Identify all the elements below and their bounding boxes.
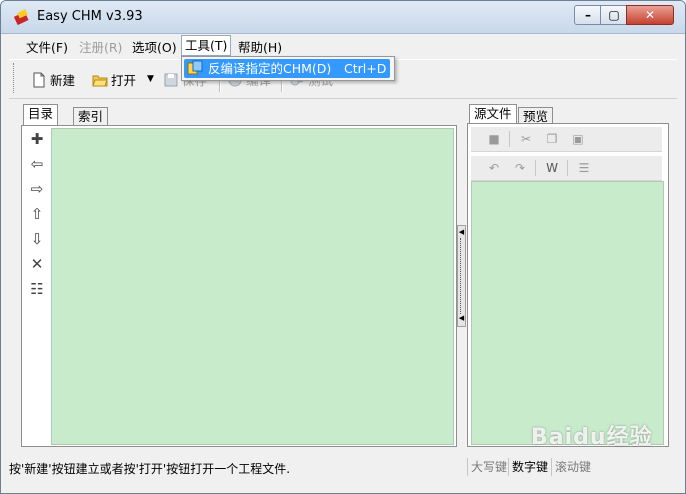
new-button-label: 新建 bbox=[50, 73, 76, 88]
tab-contents[interactable]: 目录 bbox=[23, 104, 59, 126]
stop-icon[interactable]: ■ bbox=[485, 130, 503, 148]
source-editor[interactable] bbox=[471, 181, 664, 445]
open-button[interactable]: 打开 bbox=[92, 70, 136, 90]
app-icon bbox=[13, 9, 29, 25]
collapse-left-icon[interactable]: ◀ bbox=[458, 228, 465, 236]
delete-icon[interactable]: ✕ bbox=[27, 254, 47, 274]
toolbar-separator bbox=[567, 160, 568, 176]
open-folder-icon bbox=[92, 75, 108, 87]
open-button-label: 打开 bbox=[111, 73, 137, 88]
paste-icon[interactable]: ▣ bbox=[569, 130, 587, 148]
new-file-icon bbox=[33, 72, 45, 88]
contents-tree[interactable] bbox=[51, 128, 454, 445]
menu-help[interactable]: 帮助(H) bbox=[238, 37, 282, 56]
menu-bar: 文件(F) 注册(R) 选项(O) 工具(T) 帮助(H) bbox=[9, 34, 677, 56]
cut-icon[interactable]: ✂ bbox=[517, 130, 535, 148]
decompile-icon bbox=[187, 60, 203, 75]
menu-file[interactable]: 文件(F) bbox=[26, 37, 68, 56]
decompile-chm-menu-item[interactable]: 反编译指定的CHM(D) Ctrl+D bbox=[184, 59, 390, 78]
move-left-icon[interactable]: ⇦ bbox=[27, 154, 47, 174]
maximize-button[interactable]: ▢ bbox=[600, 5, 628, 25]
open-dropdown-arrow[interactable]: ▼ bbox=[147, 74, 154, 94]
minimize-icon: – bbox=[585, 8, 591, 22]
undo-icon[interactable]: ↶ bbox=[485, 159, 503, 177]
tab-index[interactable]: 索引 bbox=[73, 107, 109, 126]
window-title: Easy CHM v3.93 bbox=[37, 9, 143, 24]
decompile-chm-shortcut: Ctrl+D bbox=[344, 61, 387, 76]
menu-register[interactable]: 注册(R) bbox=[79, 37, 122, 56]
minimize-button[interactable]: – bbox=[574, 5, 602, 25]
contents-toolbar: ✚ ⇦ ⇨ ⇧ ⇩ ✕ ☷ bbox=[23, 127, 51, 445]
source-toolbar-row-2: ↶ ↷ W ☰ bbox=[471, 156, 662, 181]
add-icon[interactable]: ✚ bbox=[27, 129, 47, 149]
maximize-icon: ▢ bbox=[608, 8, 620, 22]
move-right-icon[interactable]: ⇨ bbox=[27, 179, 47, 199]
move-down-icon[interactable]: ⇩ bbox=[27, 229, 47, 249]
move-up-icon[interactable]: ⇧ bbox=[27, 204, 47, 224]
word-wrap-icon[interactable]: W bbox=[543, 159, 561, 177]
toolbar-separator bbox=[509, 131, 510, 147]
source-toolbar-row-1: ■ ✂ ❐ ▣ bbox=[471, 127, 662, 152]
save-disk-icon bbox=[164, 73, 178, 87]
splitter-grip bbox=[460, 238, 462, 314]
copy-icon[interactable]: ❐ bbox=[543, 130, 561, 148]
title-bar[interactable]: Easy CHM v3.93 – ▢ ✕ bbox=[1, 1, 685, 34]
close-icon: ✕ bbox=[644, 8, 656, 22]
num-lock-indicator: 数字键 bbox=[508, 458, 548, 476]
format-icon[interactable]: ☰ bbox=[575, 159, 593, 177]
redo-icon[interactable]: ↷ bbox=[511, 159, 529, 177]
tools-dropdown-menu: 反编译指定的CHM(D) Ctrl+D bbox=[181, 56, 395, 81]
pane-splitter[interactable]: ◀ ◀ bbox=[457, 225, 466, 327]
scroll-lock-indicator: 滚动键 bbox=[551, 458, 591, 476]
status-message: 按'新建'按钮建立或者按'打开'按钮打开一个工程文件. bbox=[9, 462, 291, 476]
watermark-logo: Baidu经验 bbox=[531, 425, 653, 450]
toolbar-separator bbox=[535, 160, 536, 176]
new-button[interactable]: 新建 bbox=[31, 70, 75, 90]
app-window: Easy CHM v3.93 – ▢ ✕ 文件(F) 注册(R) 选项(O) 工… bbox=[0, 0, 686, 494]
properties-icon[interactable]: ☷ bbox=[27, 279, 47, 299]
menu-options[interactable]: 选项(O) bbox=[132, 37, 177, 56]
caps-lock-indicator: 大写键 bbox=[467, 458, 507, 476]
decompile-chm-label: 反编译指定的CHM(D) bbox=[208, 61, 332, 76]
close-button[interactable]: ✕ bbox=[626, 5, 674, 25]
menu-tools[interactable]: 工具(T) bbox=[181, 35, 232, 56]
collapse-right-icon[interactable]: ◀ bbox=[458, 314, 465, 322]
